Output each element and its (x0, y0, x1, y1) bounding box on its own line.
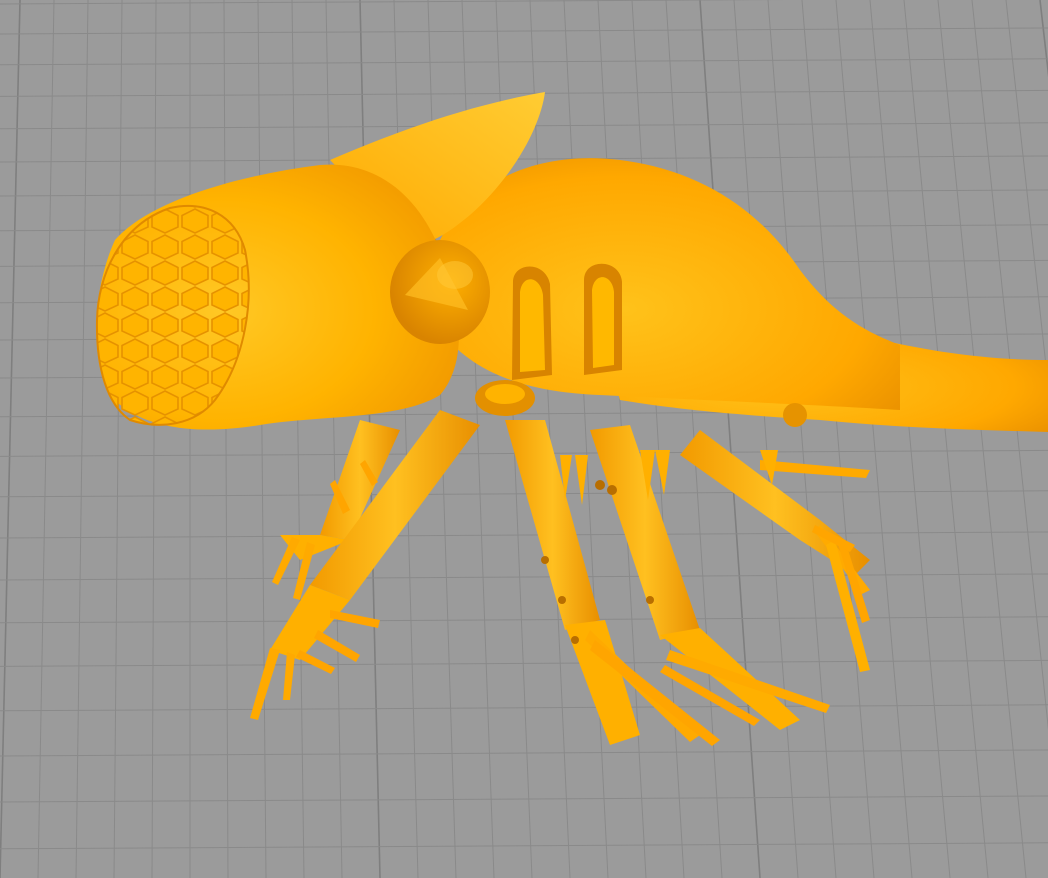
grid-line (835, 0, 913, 878)
grid-line (0, 531, 1048, 539)
grid-line (0, 490, 1048, 498)
grid-line (0, 89, 1048, 97)
grid-line (1039, 0, 1048, 78)
grid-line (767, 0, 837, 878)
grid-line (0, 795, 1048, 803)
grid-line (37, 0, 55, 878)
grid-line (0, 0, 787, 5)
grid-line (0, 155, 1048, 163)
grid-line (0, 749, 1048, 757)
grid-line (903, 0, 989, 878)
grid-line (0, 27, 1048, 35)
viewport-canvas[interactable] (0, 0, 1048, 878)
grid-line (325, 0, 343, 878)
grid-line (0, 704, 1048, 712)
grid-line (869, 0, 951, 878)
3d-model[interactable] (95, 92, 1048, 746)
eye-dome (390, 240, 490, 344)
grid-line (0, 573, 1048, 581)
grid-line (631, 0, 685, 878)
thorax (440, 158, 900, 410)
3d-viewport[interactable] (0, 0, 1048, 878)
grid-line (257, 0, 267, 878)
grid-line (0, 659, 1048, 667)
grid-line (0, 58, 1048, 66)
grid-line (113, 0, 123, 878)
grid-line (0, 616, 1048, 624)
grid-line (971, 0, 1048, 731)
grid-line (151, 0, 157, 878)
grid-line (733, 0, 799, 878)
grid-line (291, 0, 305, 878)
grid-line (801, 0, 875, 878)
grid-line (0, 0, 21, 878)
grid-line (0, 842, 1048, 850)
grid-line (75, 0, 89, 878)
grid-line (223, 0, 229, 878)
grid-line (937, 0, 1027, 878)
